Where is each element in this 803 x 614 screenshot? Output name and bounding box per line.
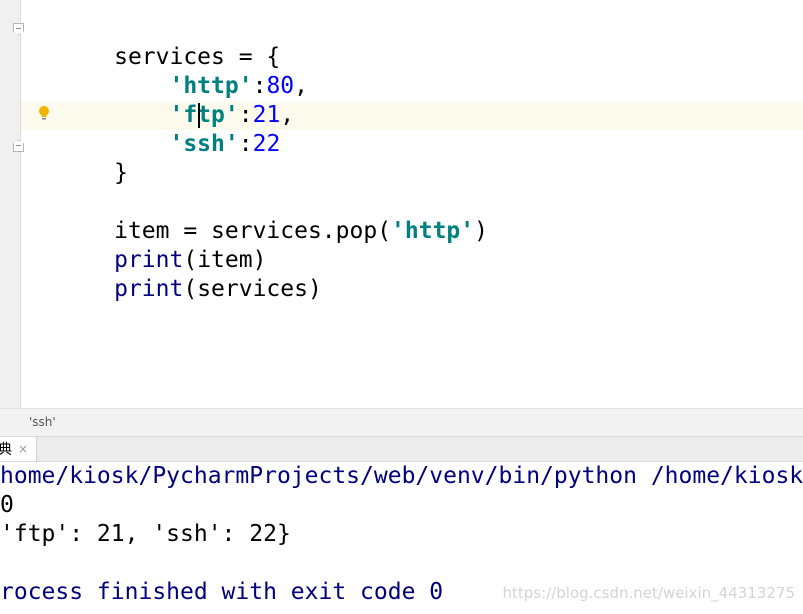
code-editor[interactable]: services = { 'http':80, 'ftp':21, 'ssh':… xyxy=(0,0,803,408)
console-output: 'ftp': 21, 'ssh': 22} xyxy=(0,521,291,547)
number-literal: 22 xyxy=(252,131,281,157)
code-punctuation: : xyxy=(238,131,253,157)
ide-window: services = { 'http':80, 'ftp':21, 'ssh':… xyxy=(0,0,803,614)
string-literal: 'http' xyxy=(391,218,475,244)
console-command: home/kiosk/PycharmProjects/web/venv/bin/… xyxy=(0,463,803,489)
console-exit-message: rocess finished with exit code 0 xyxy=(0,579,444,605)
text-caret xyxy=(198,103,200,128)
code-line: 'ftp':21, xyxy=(31,72,294,128)
code-punctuation: , xyxy=(280,102,295,128)
builtin-function: print xyxy=(114,276,184,302)
run-tab[interactable]: 典 × xyxy=(0,437,38,461)
editor-gutter xyxy=(0,0,21,408)
code-line: print(services) xyxy=(31,246,322,302)
console-output: 0 xyxy=(0,492,14,518)
code-punctuation: , xyxy=(294,73,308,99)
run-tool-window-tabs: 典 × xyxy=(0,436,803,462)
code-line: item = services.pop('http') xyxy=(31,188,488,244)
code-line: services = { xyxy=(31,14,280,70)
code-line: 'http':80, xyxy=(31,43,308,99)
run-tab-label: 典 xyxy=(0,442,12,458)
string-literal: 'ssh' xyxy=(169,131,239,157)
code-text: (services) xyxy=(183,276,322,302)
watermark: https://blog.csdn.net/weixin_44313275 xyxy=(502,584,795,602)
breadcrumb-bar: 'ssh' xyxy=(0,408,803,436)
breadcrumb[interactable]: 'ssh' xyxy=(29,415,56,429)
code-line: } xyxy=(31,130,128,186)
code-line: print(item) xyxy=(31,217,266,273)
code-text: ) xyxy=(474,218,488,244)
close-icon[interactable]: × xyxy=(18,442,28,456)
code-line-current: 'ssh':22 xyxy=(31,101,280,157)
code-punctuation: } xyxy=(114,160,128,186)
